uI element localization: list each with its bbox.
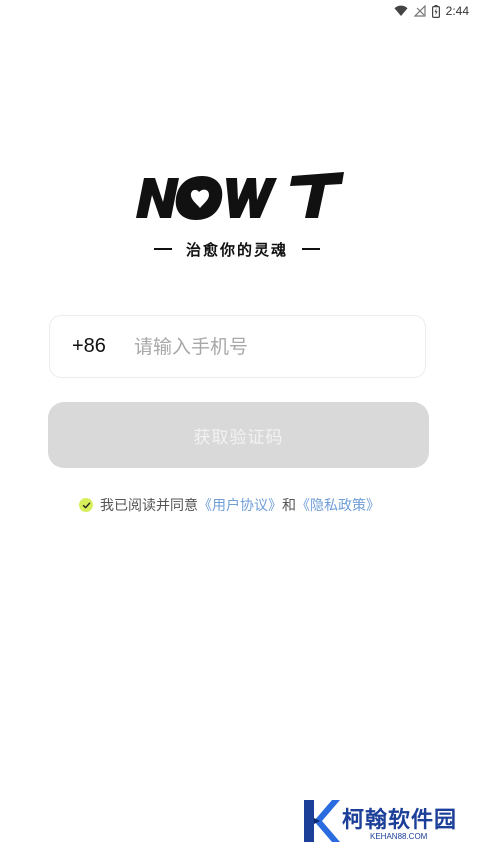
watermark-domain: KEHAN88.COM (370, 832, 428, 841)
phone-input[interactable] (132, 334, 396, 359)
watermark: 柯翰软件园 KEHAN88.COM (298, 798, 468, 844)
status-bar: 2:44 (0, 0, 477, 22)
app-logo (132, 168, 346, 224)
user-agreement-link[interactable]: 《用户协议》 (198, 495, 282, 515)
check-icon[interactable] (79, 498, 93, 512)
slogan-text: 治愈你的灵魂 (185, 240, 288, 259)
agreement-row: 我已阅读并同意 《用户协议》 和 《隐私政策》 (79, 495, 380, 515)
slogan-left-dash (153, 248, 172, 250)
watermark-name: 柯翰软件园 (342, 808, 458, 833)
wifi-icon (394, 5, 408, 17)
status-time: 2:44 (445, 4, 469, 18)
privacy-policy-link[interactable]: 《隐私政策》 (296, 495, 380, 515)
agreement-prefix: 我已阅读并同意 (100, 498, 198, 514)
country-code[interactable]: +86 (72, 335, 124, 358)
agreement-conjunction: 和 (282, 498, 296, 514)
battery-charging-icon (431, 4, 440, 18)
phone-field[interactable]: +86 (49, 315, 426, 378)
watermark-logo-icon (304, 800, 340, 842)
slogan-right-dash (302, 248, 320, 250)
slogan: 治愈你的灵魂 (130, 238, 344, 260)
no-signal-icon (413, 5, 426, 17)
get-code-button[interactable]: 获取验证码 (48, 402, 429, 468)
